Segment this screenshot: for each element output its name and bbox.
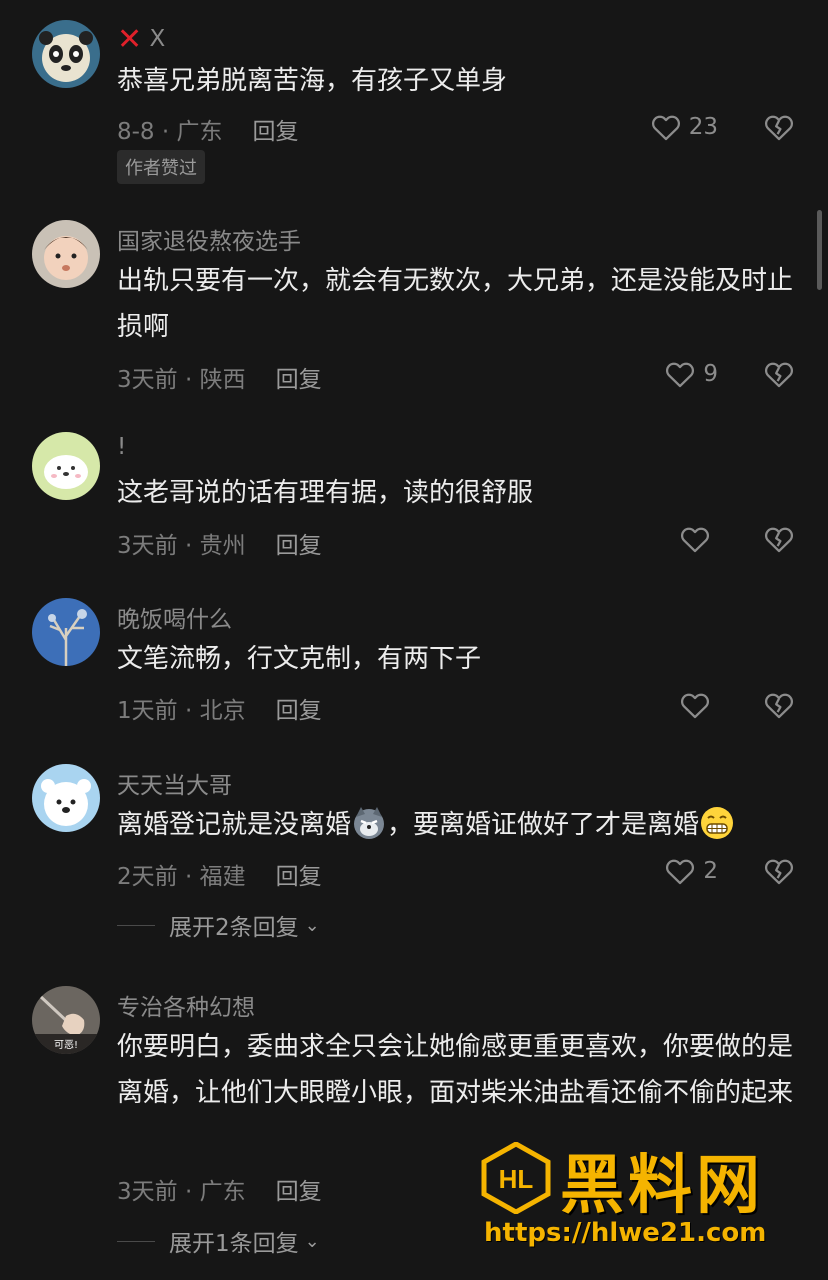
username[interactable]: 晚饭喝什么: [117, 600, 232, 634]
reply-button[interactable]: 回复: [276, 367, 322, 393]
reply-button[interactable]: 回复: [276, 1179, 322, 1205]
dislike-button[interactable]: [762, 688, 796, 722]
chevron-down-icon: ⌄: [304, 1230, 320, 1252]
smirk-wolf-emoji-icon: [354, 807, 385, 839]
broken-heart-icon: [765, 859, 793, 885]
like-button[interactable]: 23: [649, 110, 718, 144]
author-liked-badge: 作者赞过: [117, 150, 205, 184]
avatar[interactable]: [32, 20, 100, 88]
comment-text: 文笔流畅，行文克制，有两下子: [117, 644, 482, 674]
reply-button[interactable]: 回复: [276, 698, 322, 724]
like-button[interactable]: [678, 522, 718, 556]
avatar[interactable]: [32, 598, 100, 666]
broken-heart-icon: [765, 527, 793, 553]
time-location: 3天前 · 贵州: [117, 533, 246, 559]
expand-replies-button[interactable]: 展开1条回复 ⌄: [117, 1224, 320, 1258]
comment-meta: 2天前 · 福建 回复: [117, 857, 322, 891]
comment-text: 出轨只要有一次，就会有无数次，大兄弟，还是没能及时止损啊: [117, 266, 794, 342]
heart-outline-icon: [666, 859, 695, 885]
like-count: 9: [703, 361, 718, 387]
username[interactable]: 天天当大哥: [117, 766, 232, 800]
svg-text:HL: HL: [499, 1164, 534, 1194]
comment-text: 你要明白，委曲求全只会让她偷感更重更喜欢，你要做的是离婚，让他们大眼瞪小眼，面对…: [117, 1032, 794, 1108]
heart-outline-icon: [681, 527, 709, 553]
comment-text: 恭喜兄弟脱离苦海，有孩子又单身: [117, 66, 508, 96]
username[interactable]: ✕ X: [117, 22, 165, 57]
dislike-button[interactable]: [762, 357, 796, 391]
reply-button[interactable]: 回复: [276, 533, 322, 559]
username[interactable]: 国家退役熬夜选手: [117, 222, 301, 256]
svg-text:可恶!: 可恶!: [54, 1039, 78, 1051]
avatar[interactable]: 可恶!: [32, 986, 100, 1054]
like-button[interactable]: 2: [663, 854, 718, 888]
expand-replies-button[interactable]: 展开2条回复 ⌄: [117, 908, 320, 942]
dislike-button[interactable]: [762, 854, 796, 888]
comment-text: 这老哥说的话有理有据，读的很舒服: [117, 478, 534, 508]
polar-bear-avatar-icon: [32, 764, 100, 832]
heart-outline-icon: [666, 362, 695, 388]
watermark-logo-icon: HL: [481, 1142, 551, 1214]
heart-outline-icon: [681, 693, 709, 719]
reply-button[interactable]: 回复: [253, 119, 299, 145]
avatar[interactable]: [32, 220, 100, 288]
watermark-url: https://hlwe21.com: [484, 1218, 767, 1248]
seal-avatar-icon: [32, 432, 100, 500]
like-button[interactable]: [678, 688, 718, 722]
time-location: 1天前 · 北京: [117, 698, 246, 724]
panda-avatar-icon: [32, 20, 100, 88]
dislike-button[interactable]: [762, 110, 796, 144]
comment-text: 离婚登记就是没离婚 ，要离婚证做好了才是离婚: [117, 802, 817, 848]
chevron-down-icon: ⌄: [304, 914, 320, 936]
comment-meta: 8-8 · 广东 回复: [117, 112, 299, 146]
time-location: 8-8 · 广东: [117, 119, 223, 145]
scrollbar[interactable]: [817, 210, 822, 290]
time-location: 3天前 · 广东: [117, 1179, 246, 1205]
tree-avatar-icon: [32, 598, 100, 666]
time-location: 3天前 · 陕西: [117, 367, 246, 393]
baby-avatar-icon: [32, 220, 100, 288]
like-count: 2: [703, 858, 718, 884]
reply-button[interactable]: 回复: [276, 864, 322, 890]
like-count: 23: [688, 114, 718, 140]
comment-meta: 3天前 · 陕西 回复: [117, 360, 322, 394]
comment-meta: 1天前 · 北京 回复: [117, 691, 322, 725]
username[interactable]: !: [117, 434, 126, 460]
watermark-title: 黑料网: [560, 1149, 764, 1223]
red-cross-icon: ✕: [117, 22, 143, 57]
hand-avatar-icon: 可恶!: [32, 986, 100, 1054]
watermark: HL 黑料网 https://hlwe21.com: [480, 1138, 810, 1258]
heart-outline-icon: [651, 115, 680, 141]
broken-heart-icon: [765, 362, 793, 388]
comment-meta: 3天前 · 广东 回复: [117, 1172, 322, 1206]
grin-emoji-icon: [701, 807, 734, 839]
broken-heart-icon: [765, 115, 793, 141]
time-location: 2天前 · 福建: [117, 864, 246, 890]
divider-line: [117, 1240, 155, 1242]
username[interactable]: 专治各种幻想: [117, 988, 255, 1022]
dislike-button[interactable]: [762, 522, 796, 556]
avatar[interactable]: [32, 764, 100, 832]
broken-heart-icon: [765, 693, 793, 719]
avatar[interactable]: [32, 432, 100, 500]
divider-line: [117, 924, 155, 926]
comment-meta: 3天前 · 贵州 回复: [117, 526, 322, 560]
like-button[interactable]: 9: [663, 357, 718, 391]
